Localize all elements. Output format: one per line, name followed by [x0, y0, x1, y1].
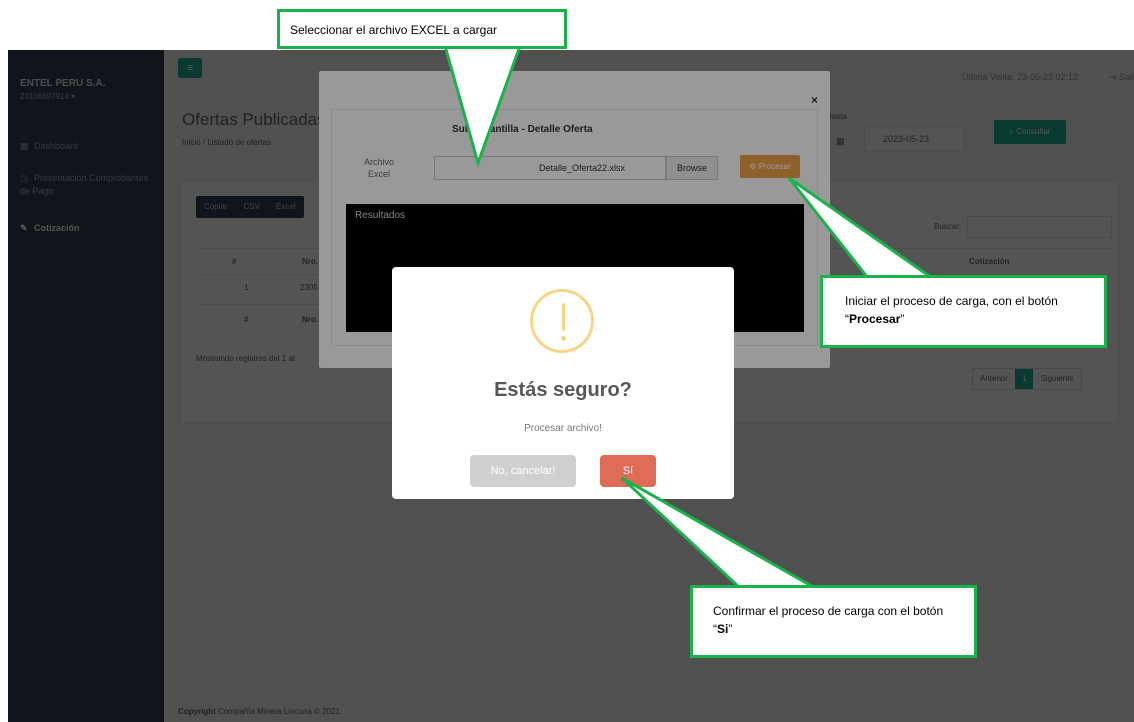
pointer-select-file [443, 44, 523, 168]
callout-process-bold: Procesar [849, 312, 901, 326]
tutorial-stage: ENTEL PERU S.A. 20106897914 ▾ ▦ Dashboard… [0, 0, 1134, 722]
pointer-process [787, 176, 937, 280]
callout-process-end: ” [900, 312, 905, 326]
pointer-confirm [620, 476, 821, 590]
callout-select-file-text: Seleccionar el archivo EXCEL a cargar [290, 23, 497, 37]
callout-confirm: Confirmar el proceso de carga con el bot… [690, 585, 977, 658]
callout-confirm-text: Confirmar el proceso de carga con el bot… [713, 604, 944, 636]
callout-process: Iniciar el proceso de carga, con el botó… [820, 275, 1107, 348]
callout-confirm-bold: Si [717, 622, 729, 636]
callout-select-file: Seleccionar el archivo EXCEL a cargar [277, 9, 567, 49]
callout-confirm-end: ” [728, 622, 733, 636]
